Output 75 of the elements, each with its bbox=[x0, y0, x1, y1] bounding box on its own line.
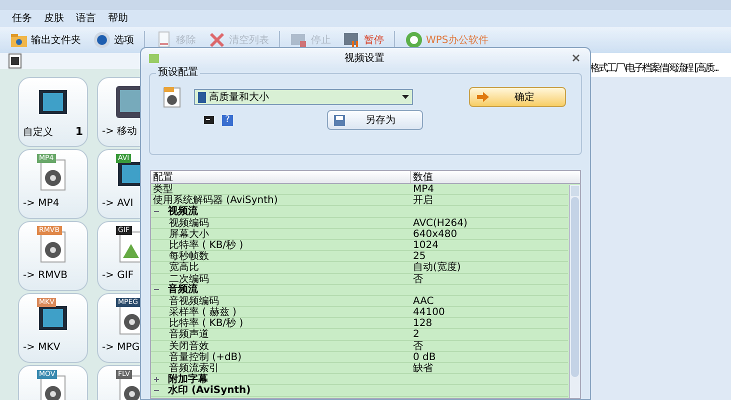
group-title: 预设配置 bbox=[156, 67, 200, 79]
clear-x-icon bbox=[208, 31, 226, 49]
table-cell-text: 采样率 ( 赫兹 ) bbox=[168, 307, 238, 318]
table-cell-text: 类型 bbox=[152, 184, 173, 194]
table-cell-text: 音量控制 (+dB) bbox=[168, 352, 243, 362]
table-cell-text: MP4 bbox=[412, 184, 436, 194]
toolbar-button[interactable]: 暂停 bbox=[341, 29, 386, 51]
help-icon[interactable]: ? bbox=[222, 114, 233, 126]
column-header: 数值 bbox=[412, 171, 434, 183]
close-button[interactable] bbox=[570, 52, 582, 64]
table-cell-text: 缺省 bbox=[412, 363, 434, 374]
column-header: 配置 bbox=[151, 171, 411, 183]
expander-icon[interactable] bbox=[153, 376, 160, 383]
group-label: 附加字幕 bbox=[168, 374, 208, 385]
stop-icon bbox=[290, 31, 308, 49]
toolbar-button[interactable]: 输出文件夹 bbox=[8, 29, 83, 51]
tile-label: -> MKV bbox=[23, 341, 62, 355]
terminal-icon[interactable] bbox=[204, 116, 214, 124]
table-cell-text: 音视频编码 bbox=[168, 296, 219, 306]
group-label: 音频流 bbox=[168, 284, 198, 296]
group-label: 视频流 bbox=[168, 206, 198, 217]
table-cell-text: 否 bbox=[412, 340, 423, 351]
table-cell-text: 25 bbox=[412, 251, 426, 262]
table-cell-text: 44100 bbox=[412, 307, 446, 318]
tile-label: 自定义 bbox=[23, 126, 54, 140]
scrollbar[interactable] bbox=[569, 185, 580, 398]
table-cell-text: 比特率 ( KB/秒 ) bbox=[168, 240, 244, 250]
table-cell-text: 二次编码 bbox=[169, 274, 210, 284]
table-cell-text: 128 bbox=[412, 318, 434, 328]
globe-icon bbox=[405, 31, 423, 49]
table-cell-text: 否 bbox=[412, 274, 424, 284]
table-cell-text: 宽高比 bbox=[168, 262, 200, 272]
table-cell-text: AVC(H264) bbox=[412, 218, 468, 228]
save-as-button[interactable]: 另存为 bbox=[327, 110, 423, 130]
tile-label: -> AVI bbox=[102, 197, 134, 211]
table-cell-text: 音频流索引 bbox=[169, 363, 220, 374]
pause-icon bbox=[343, 31, 361, 49]
table-cell-text: 音频声道 bbox=[168, 329, 210, 340]
table-cell-text: 比特率 ( KB/秒 ) bbox=[168, 318, 244, 328]
tile-label: -> MP4 bbox=[23, 197, 60, 211]
menu-item[interactable]: 任务 bbox=[12, 11, 32, 26]
tile-label: -> GIF bbox=[102, 269, 135, 283]
ok-button[interactable]: 确定 bbox=[469, 87, 566, 107]
table-cell-text: 使用系统解码器 (AviSynth) bbox=[152, 195, 279, 206]
tile-label: -> RMVB bbox=[23, 269, 68, 283]
table-cell-text: 开启 bbox=[412, 195, 434, 206]
tile-count: 1 bbox=[75, 124, 83, 140]
save-icon bbox=[334, 114, 345, 126]
format-tile[interactable]: 自定义 1 bbox=[18, 77, 88, 147]
arrow-icon bbox=[476, 92, 490, 102]
options-icon bbox=[93, 31, 111, 49]
table-cell-text: 2 bbox=[412, 329, 420, 340]
table-cell-text: 每秒帧数 bbox=[168, 251, 210, 262]
table-cell-text: 1024 bbox=[412, 240, 440, 250]
table-cell-text: 0 dB bbox=[412, 352, 437, 362]
table-cell-text: AAC bbox=[412, 296, 435, 306]
clapper-icon[interactable] bbox=[8, 53, 22, 69]
group-label: 水印 (AviSynth) bbox=[168, 384, 251, 396]
toolbar-button[interactable]: 选项 bbox=[91, 29, 136, 51]
table-cell-text: 屏幕大小 bbox=[168, 228, 210, 239]
tile-label: -> 移动 bbox=[102, 125, 138, 139]
tile-label: -> MPG bbox=[102, 341, 141, 355]
table-cell-text: 视频编码 bbox=[168, 218, 210, 228]
menu-item[interactable]: 皮肤 bbox=[44, 11, 64, 26]
dialog-title: 视频设置 bbox=[344, 52, 386, 66]
folder-icon bbox=[10, 31, 28, 49]
preset-icon bbox=[198, 92, 206, 102]
table-cell-text: 自动(宽度) bbox=[412, 262, 462, 272]
dropdown-arrow-icon bbox=[402, 95, 409, 99]
menu-item[interactable]: 语言 bbox=[76, 11, 96, 26]
table-cell-text: 640x480 bbox=[412, 228, 458, 239]
app-icon bbox=[149, 54, 159, 62]
table-cell-text: 关闭音效 bbox=[168, 340, 210, 351]
menu-item[interactable]: 帮助 bbox=[108, 11, 128, 26]
preset-dropdown[interactable]: 高质量和大小 bbox=[194, 89, 413, 105]
